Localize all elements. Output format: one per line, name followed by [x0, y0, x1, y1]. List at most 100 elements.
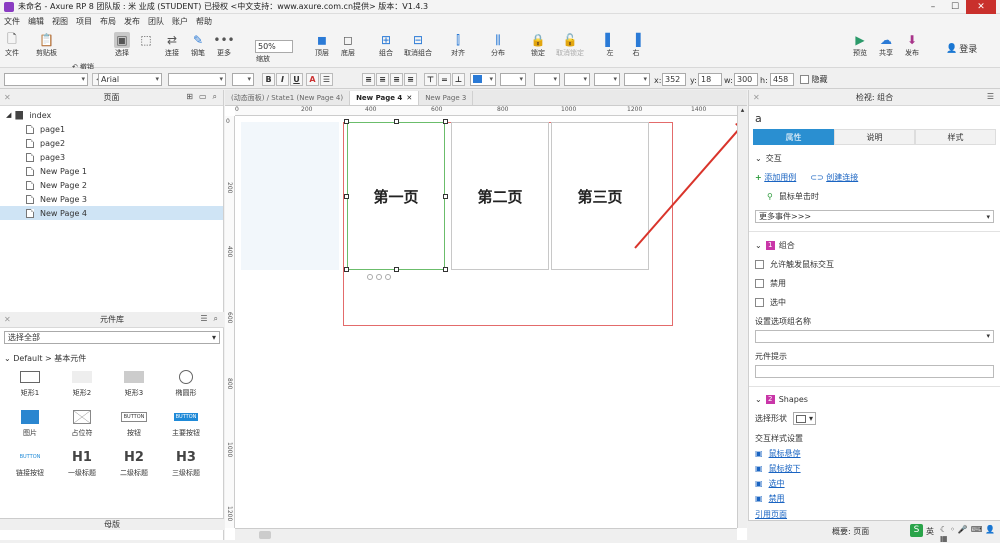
font-family-select[interactable]: Arial	[98, 73, 162, 86]
design-canvas[interactable]: 第一页 第二页 第三页	[235, 116, 737, 528]
line-style-select[interactable]	[594, 73, 620, 86]
page-item[interactable]: page3	[0, 150, 223, 164]
widget-rect3[interactable]: 矩形3	[108, 370, 160, 398]
line-width-select[interactable]	[564, 73, 590, 86]
widget-name[interactable]: a	[749, 106, 1000, 129]
vertical-scrollbar[interactable]: ▴	[737, 106, 747, 528]
reference-page-link[interactable]: 引用页面	[755, 509, 994, 520]
tab-style[interactable]: 样式	[915, 129, 996, 145]
align-middle-icon[interactable]: =	[438, 73, 451, 86]
add-case-link[interactable]: + 添加用例	[755, 172, 796, 183]
add-folder-icon[interactable]: ▭	[199, 92, 207, 102]
align-left-button[interactable]: ▌ 左	[602, 32, 618, 58]
arrow-style-select[interactable]	[624, 73, 650, 86]
line-color-select[interactable]	[534, 73, 560, 86]
collapse-icon[interactable]: ✕	[4, 93, 11, 102]
widget-image[interactable]: 图片	[4, 410, 56, 438]
page-item[interactable]: New Page 3	[0, 192, 223, 206]
widget-link-button[interactable]: BUTTON 链接按钮	[4, 450, 56, 478]
menu-layout[interactable]: 布局	[100, 16, 116, 27]
unlock-button[interactable]: 🔓 取消锁定	[556, 32, 584, 58]
widget-ellipse[interactable]: 椭圆形	[160, 370, 212, 398]
scroll-thumb[interactable]	[259, 531, 271, 539]
group-name-select[interactable]	[755, 330, 994, 343]
y-input[interactable]: 18	[698, 73, 722, 86]
tab-notes[interactable]: 说明	[834, 129, 915, 145]
zoom-select[interactable]: 50%	[255, 40, 293, 53]
align-text-left-icon[interactable]: ≡	[362, 73, 375, 86]
add-page-icon[interactable]: ⊞	[186, 92, 193, 102]
height-input[interactable]: 458	[770, 73, 794, 86]
file-button[interactable]: 🗋 文件	[4, 32, 20, 58]
menu-help[interactable]: 帮助	[196, 16, 212, 27]
justify-icon[interactable]: ≡	[404, 73, 417, 86]
bullet-list-icon[interactable]: ☰	[320, 73, 333, 86]
widget-primary-button[interactable]: BUTTON 主要按钮	[160, 410, 212, 438]
collapse-icon[interactable]: ✕	[4, 315, 11, 324]
login-button[interactable]: 👤 登录	[946, 42, 977, 56]
widget-placeholder[interactable]: 占位符	[56, 410, 108, 438]
tab-new-page-4[interactable]: New Page 4 ✕	[350, 91, 420, 105]
selected-checkbox[interactable]: 选中	[755, 297, 994, 308]
style-mousedown[interactable]: ▣ 鼠标按下	[755, 463, 994, 474]
tab-new-page-3[interactable]: New Page 3	[419, 91, 474, 105]
menu-edit[interactable]: 编辑	[28, 16, 44, 27]
search-icon[interactable]: ⌕	[213, 92, 217, 102]
close-icon[interactable]: ✕	[966, 0, 996, 14]
page-item[interactable]: New Page 1	[0, 164, 223, 178]
underline-icon[interactable]: U	[290, 73, 303, 86]
font-weight-select[interactable]	[168, 73, 226, 86]
create-link-link[interactable]: ⊂⊃ 创建连接	[810, 172, 858, 183]
connect-tool-button[interactable]: ⇄ 连接	[164, 32, 180, 58]
widget-rect1[interactable]: 矩形1	[4, 370, 56, 398]
align-button[interactable]: ⫿ 对齐	[450, 32, 466, 58]
ungroup-button[interactable]: ⊟ 取消组合	[404, 32, 432, 58]
tab-dynamic-panel[interactable]: (动态面板) / State1 (New Page 4)	[225, 91, 351, 105]
expand-triangle-icon[interactable]: ◢	[6, 111, 11, 119]
tooltip-input[interactable]	[755, 365, 994, 378]
more-events-select[interactable]: 更多事件>>>	[755, 210, 994, 223]
x-input[interactable]: 352	[662, 73, 686, 86]
shapes-header[interactable]: ⌄ 2 Shapes	[755, 395, 994, 404]
ime-language[interactable]: 英	[926, 526, 934, 537]
event-onclick[interactable]: ⚲ 鼠标单击时	[755, 191, 994, 202]
page-tree-root[interactable]: ◢ index	[0, 108, 223, 122]
style-select[interactable]	[4, 73, 88, 86]
hidden-checkbox[interactable]: 隐藏	[800, 74, 828, 85]
page-item-selected[interactable]: New Page 4	[0, 206, 223, 220]
widget-button[interactable]: BUTTON 按钮	[108, 410, 160, 438]
font-size-select[interactable]	[232, 73, 254, 86]
maximize-icon[interactable]: ☐	[944, 0, 966, 14]
publish-button[interactable]: ⬇ 发布	[904, 32, 920, 58]
menu-view[interactable]: 视图	[52, 16, 68, 27]
widget-h1[interactable]: H1 一级标题	[56, 450, 108, 478]
clipboard-button[interactable]: 📋 剪贴板	[36, 32, 57, 58]
lock-button[interactable]: 🔒 锁定	[530, 32, 546, 58]
widget-h3[interactable]: H3 三级标题	[160, 450, 212, 478]
library-select[interactable]: 选择全部	[4, 331, 220, 344]
distribute-button[interactable]: ⫼ 分布	[490, 32, 506, 58]
minimize-icon[interactable]: –	[922, 0, 944, 14]
align-bottom-icon[interactable]: ⊥	[452, 73, 465, 86]
select-mode-button[interactable]: ⬚	[138, 32, 154, 48]
interaction-header[interactable]: ⌄ 交互	[755, 153, 994, 164]
widget-h2[interactable]: H2 二级标题	[108, 450, 160, 478]
bring-to-top-button[interactable]: ◼ 顶层	[314, 32, 330, 58]
collapse-icon[interactable]: ✕	[753, 93, 760, 102]
ime-logo-icon[interactable]: S	[910, 524, 923, 537]
disabled-checkbox[interactable]: 禁用	[755, 278, 994, 289]
width-input[interactable]: 300	[734, 73, 758, 86]
widget-rect2[interactable]: 矩形2	[56, 370, 108, 398]
page-item[interactable]: page1	[0, 122, 223, 136]
align-text-center-icon[interactable]: ≡	[376, 73, 389, 86]
group-button[interactable]: ⊞ 组合	[378, 32, 394, 58]
menu-file[interactable]: 文件	[4, 16, 20, 27]
style-selected[interactable]: ▣ 选中	[755, 478, 994, 489]
align-text-right-icon[interactable]: ≡	[390, 73, 403, 86]
send-to-bottom-button[interactable]: ◻ 底层	[340, 32, 356, 58]
page-item[interactable]: page2	[0, 136, 223, 150]
menu-account[interactable]: 账户	[172, 16, 188, 27]
shape-select[interactable]: ▾	[793, 412, 817, 425]
menu-project[interactable]: 项目	[76, 16, 92, 27]
style-hover[interactable]: ▣ 鼠标悬停	[755, 448, 994, 459]
